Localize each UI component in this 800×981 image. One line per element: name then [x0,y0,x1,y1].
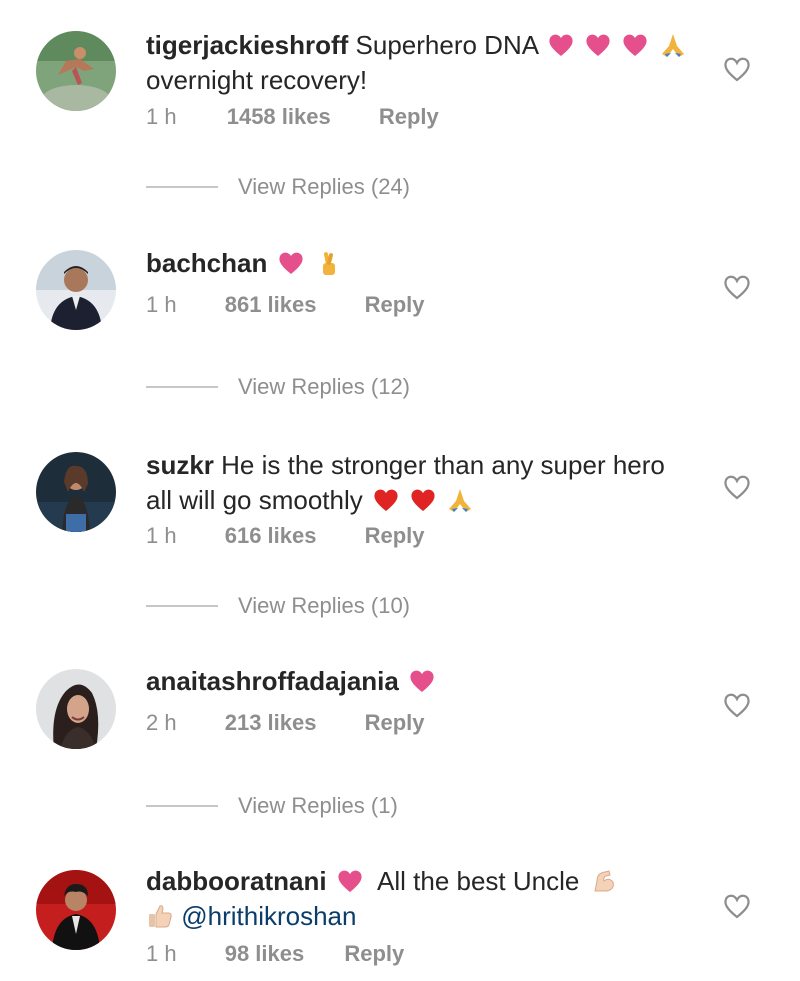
pink-heart-icon [408,667,436,695]
view-replies-button[interactable]: View Replies (24) [146,172,410,202]
view-replies-button[interactable]: View Replies (12) [146,372,410,402]
comment-meta: 1 h 98 likes Reply [146,941,404,967]
pink-heart-icon [621,31,649,59]
view-replies-label: View Replies (12) [238,374,411,399]
view-replies-label: View Replies (1) [238,793,398,818]
crossed-fingers-icon [314,249,342,277]
comment-body: He is the stronger than any super hero [221,450,665,480]
divider [146,186,218,188]
comment-likes[interactable]: 616 likes [225,523,317,549]
flexed-biceps-icon [589,867,617,895]
divider [146,805,218,807]
avatar[interactable] [36,870,116,950]
comment-likes[interactable]: 98 likes [225,941,305,967]
comment-text: bachchan [146,246,706,281]
like-heart-icon[interactable] [722,273,752,301]
reply-button[interactable]: Reply [365,523,425,549]
comment-username[interactable]: dabbooratnani [146,866,327,896]
comment-text: anaitashroffadajania [146,664,706,699]
folded-hands-icon [446,486,474,514]
comment-time: 2 h [146,710,177,735]
avatar[interactable] [36,669,116,749]
comment-time: 1 h [146,104,177,129]
comment-body: All the best Uncle [377,866,580,896]
comment-body-line2: all will go smoothly [146,485,363,515]
like-heart-icon[interactable] [722,473,752,501]
comment-time: 1 h [146,941,177,966]
comment-text: tigerjackieshroff Superhero DNA overnigh… [146,28,706,98]
comments-list: tigerjackieshroff Superhero DNA overnigh… [0,0,800,981]
comment-meta: 2 h 213 likes Reply [146,710,425,736]
like-heart-icon[interactable] [722,691,752,719]
comment-time: 1 h [146,523,177,548]
avatar[interactable] [36,31,116,111]
pink-heart-icon [336,867,364,895]
comment-username[interactable]: anaitashroffadajania [146,666,399,696]
pink-heart-icon [277,249,305,277]
comment-likes[interactable]: 861 likes [225,292,317,318]
view-replies-label: View Replies (24) [238,174,411,199]
comment-meta: 1 h 616 likes Reply [146,523,425,549]
like-heart-icon[interactable] [722,55,752,83]
comment-likes[interactable]: 1458 likes [227,104,331,130]
comment-username[interactable]: tigerjackieshroff [146,30,348,60]
folded-hands-icon [659,31,687,59]
view-replies-button[interactable]: View Replies (1) [146,791,398,821]
avatar[interactable] [36,250,116,330]
comment-meta: 1 h 861 likes Reply [146,292,425,318]
reply-button[interactable]: Reply [365,292,425,318]
pink-heart-icon [584,31,612,59]
comment-likes[interactable]: 213 likes [225,710,317,736]
thumbs-up-icon [146,902,174,930]
comment-text: dabbooratnani All the best Uncle @hrithi… [146,864,706,934]
reply-button[interactable]: Reply [379,104,439,130]
divider [146,386,218,388]
comment-time: 1 h [146,292,177,317]
comment-meta: 1 h 1458 likes Reply [146,104,439,130]
reply-button[interactable]: Reply [365,710,425,736]
red-heart-icon [372,486,400,514]
comment-body: Superhero DNA [355,30,538,60]
comment-body-line2: overnight recovery! [146,65,368,95]
pink-heart-icon [547,31,575,59]
comment-text: suzkr He is the stronger than any super … [146,448,706,518]
comment-username[interactable]: suzkr [146,450,214,480]
view-replies-button[interactable]: View Replies (10) [146,591,410,621]
divider [146,605,218,607]
reply-button[interactable]: Reply [344,941,404,967]
mention-link[interactable]: @hrithikroshan [181,901,356,931]
avatar[interactable] [36,452,116,532]
like-heart-icon[interactable] [722,892,752,920]
red-heart-icon [409,486,437,514]
view-replies-label: View Replies (10) [238,593,411,618]
comment-username[interactable]: bachchan [146,248,267,278]
